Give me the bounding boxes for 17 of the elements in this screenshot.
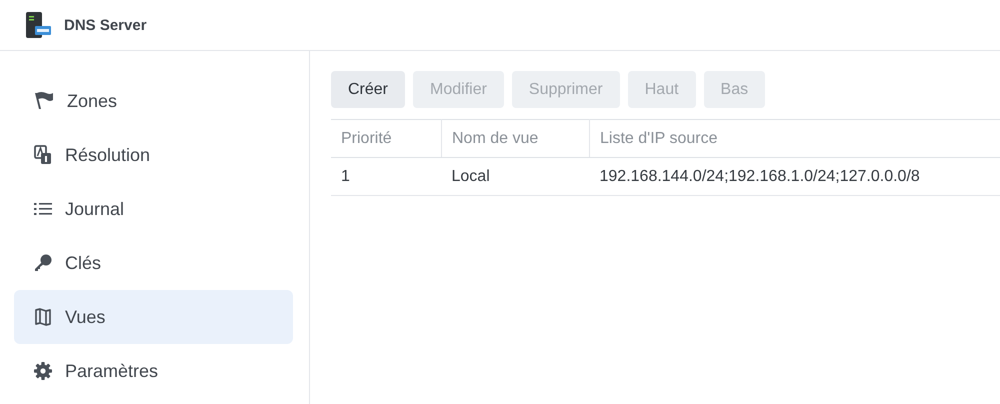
toolbar-button[interactable]: Créer — [331, 71, 406, 108]
window-title: DNS Server — [64, 16, 147, 34]
table-cell: 1 — [331, 158, 442, 196]
sidebar-item[interactable]: Paramètres — [14, 344, 293, 398]
table-cell: Local — [442, 158, 590, 196]
sidebar-item[interactable]: Clés — [14, 236, 293, 290]
sidebar-item[interactable]: Vues — [14, 290, 293, 344]
table-cell: 192.168.144.0/24;192.168.1.0/24;127.0.0.0/8 — [590, 158, 1000, 196]
key-icon — [34, 254, 52, 272]
sidebar-item[interactable]: Journal — [14, 182, 293, 236]
settings-icon — [34, 362, 52, 380]
dns-server-icon — [24, 11, 52, 39]
list-icon — [34, 202, 52, 216]
map-icon — [34, 308, 52, 326]
sidebar-item[interactable]: Résolution — [14, 128, 293, 182]
flag-icon — [34, 92, 54, 110]
sidebar-item[interactable]: Zones — [14, 74, 293, 128]
